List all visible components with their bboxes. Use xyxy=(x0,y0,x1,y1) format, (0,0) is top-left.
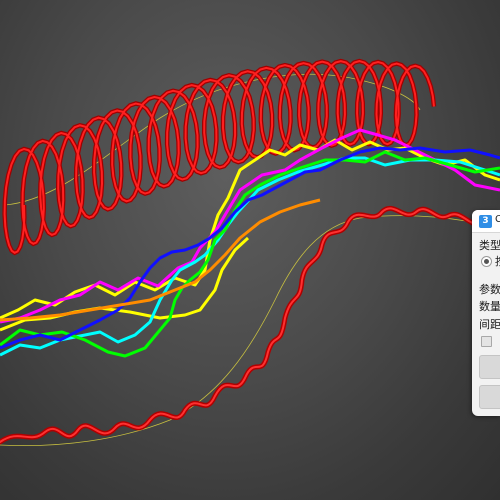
lower-path-curve xyxy=(0,215,500,447)
spacing-label: 间距 xyxy=(479,318,500,331)
app-logo-icon: 3 xyxy=(479,215,492,228)
panel-titlebar[interactable]: 3 C xyxy=(472,210,500,233)
3d-viewport[interactable] xyxy=(0,0,500,500)
action-button-2[interactable] xyxy=(479,385,500,409)
action-button-1[interactable] xyxy=(479,355,500,379)
panel-title: C xyxy=(495,214,500,225)
option-checkbox[interactable] xyxy=(481,336,492,347)
count-label: 数量 xyxy=(479,300,500,313)
floating-panel[interactable]: 3 C 类型 按 参数 数量 间距 xyxy=(472,210,500,416)
wavy-tube-object[interactable] xyxy=(0,205,500,445)
wavy-tube-highlight xyxy=(0,207,500,443)
radio-button[interactable] xyxy=(481,256,492,267)
type-label: 类型 xyxy=(479,239,500,252)
radio-label: 按 xyxy=(495,253,500,269)
params-label: 参数 xyxy=(479,283,500,296)
